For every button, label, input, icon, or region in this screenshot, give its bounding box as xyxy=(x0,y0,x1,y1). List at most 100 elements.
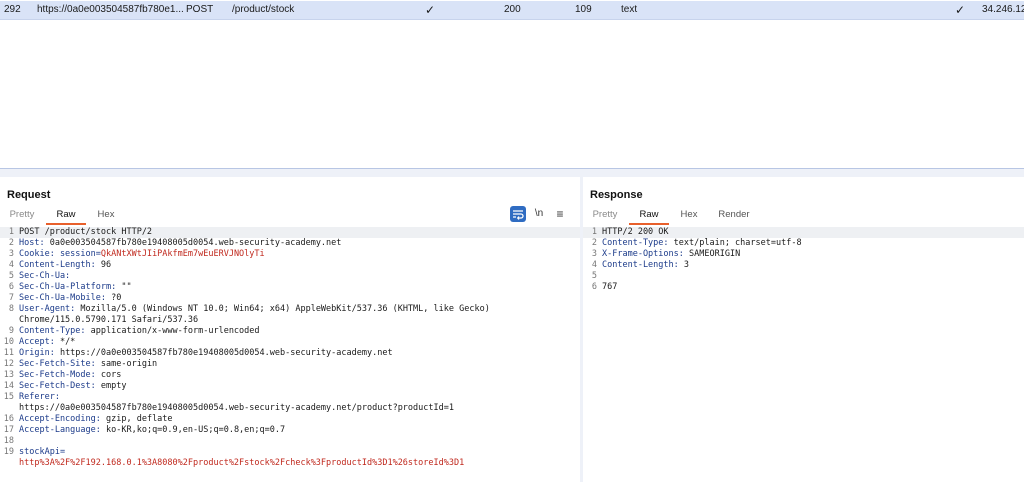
line-text: Cookie: session=QkANtXWtJIiPAkfmEm7wEuER… xyxy=(19,249,265,260)
header-name: Referer: xyxy=(19,392,60,402)
header-value: cors xyxy=(95,370,122,380)
tab-raw[interactable]: Raw xyxy=(46,207,86,225)
header-name: Sec-Ch-Ua-Platform: xyxy=(19,282,117,292)
line-text: Origin: https://0a0e003504587fb780e19408… xyxy=(19,348,393,359)
line-number: 16 xyxy=(3,414,14,424)
header-value: empty xyxy=(95,381,127,391)
request-pane: Request Pretty Raw Hex \n ≡ 1 POST /produ… xyxy=(0,177,581,482)
http-history-table: 292 https://0a0e003504587fb780e1... POST… xyxy=(0,0,1024,172)
line-text: 767 xyxy=(602,282,617,293)
request-tabs: Pretty Raw Hex xyxy=(0,207,580,225)
editor-line: 3 X-Frame-Options: SAMEORIGIN xyxy=(583,249,1024,260)
header-name: X-Frame-Options: xyxy=(602,249,684,259)
editor-line: 1 POST /product/stock HTTP/2 xyxy=(0,227,580,238)
header-name: Sec-Ch-Ua-Mobile: xyxy=(19,293,106,303)
header-value: "" xyxy=(116,282,132,292)
line-number: 4 xyxy=(8,260,14,270)
body-param-value: http%3A%2F%2F192.168.0.1%3A8080%2Fproduc… xyxy=(19,458,465,468)
line-text: X-Frame-Options: SAMEORIGIN xyxy=(602,249,740,260)
header-value: Mozilla/5.0 (Windows NT 10.0; Win64; x64… xyxy=(75,304,490,314)
tab-render[interactable]: Render xyxy=(713,207,755,223)
row-mime: text xyxy=(621,4,638,15)
header-name: stockApi= xyxy=(19,447,66,457)
line-number: 10 xyxy=(3,337,14,347)
line-number: 5 xyxy=(8,271,14,281)
line-text: Content-Type: text/plain; charset=utf-8 xyxy=(602,238,802,249)
header-name: Accept: xyxy=(19,337,55,347)
header-name: Content-Type: xyxy=(19,326,86,336)
editor-line: 13 Sec-Fetch-Mode: cors xyxy=(0,370,580,381)
response-title: Response xyxy=(590,189,643,201)
header-name: Origin: xyxy=(19,348,55,358)
header-name: User-Agent: xyxy=(19,304,76,314)
tab-hex[interactable]: Hex xyxy=(92,207,120,223)
header-value: ko-KR,ko;q=0.9,en-US;q=0.8,en;q=0.7 xyxy=(100,425,286,435)
tab-raw[interactable]: Raw xyxy=(629,207,669,225)
tab-pretty[interactable]: Pretty xyxy=(4,207,40,223)
header-value: 3 xyxy=(678,260,690,270)
line-text: stockApi= xyxy=(19,447,65,458)
line-text: Sec-Ch-Ua-Mobile: ?0 xyxy=(19,293,121,304)
wrap-lines-icon[interactable] xyxy=(510,206,526,222)
editor-line: Chrome/115.0.5790.171 Safari/537.36 xyxy=(0,315,580,326)
line-text: Content-Length: 3 xyxy=(602,260,689,271)
header-name: Sec-Fetch-Mode: xyxy=(19,370,96,380)
header-name: Content-Length: xyxy=(602,260,679,270)
editor-line: 18 xyxy=(0,436,580,447)
editor-line: 9 Content-Type: application/x-www-form-ur… xyxy=(0,326,580,337)
line-text: Content-Type: application/x-www-form-url… xyxy=(19,326,260,337)
editor-line: 19 stockApi= xyxy=(0,447,580,458)
editor-line: 4 Content-Length: 3 xyxy=(583,260,1024,271)
header-value: SAMEORIGIN xyxy=(683,249,741,259)
editor-line: 6 767 xyxy=(583,282,1024,293)
header-name: Cookie: session= xyxy=(19,249,101,259)
row-status: 200 xyxy=(504,4,521,15)
editor-line: 2 Content-Type: text/plain; charset=utf-8 xyxy=(583,238,1024,249)
line-number: 1 xyxy=(591,227,597,237)
line-number: 7 xyxy=(8,293,14,303)
line-text: Sec-Fetch-Mode: cors xyxy=(19,370,121,381)
header-value: Chrome/115.0.5790.171 Safari/537.36 xyxy=(19,315,199,325)
response-editor[interactable]: 1 HTTP/2 200 OK 2 Content-Type: text/plain;… xyxy=(583,227,1024,482)
editor-line: https://0a0e003504587fb780e19408005d0054… xyxy=(0,403,580,414)
tab-hex[interactable]: Hex xyxy=(675,207,703,223)
line-text: Sec-Fetch-Dest: empty xyxy=(19,381,126,392)
line-text: http%3A%2F%2F192.168.0.1%3A8080%2Fproduc… xyxy=(19,458,464,469)
line-text: Referer: xyxy=(19,392,60,403)
start-line: HTTP/2 200 OK xyxy=(602,227,669,237)
table-row[interactable]: 292 https://0a0e003504587fb780e1... POST… xyxy=(0,1,1024,20)
line-number: 17 xyxy=(3,425,14,435)
row-host: https://0a0e003504587fb780e1... xyxy=(37,4,184,15)
editor-line: 17 Accept-Language: ko-KR,ko;q=0.9,en-US;… xyxy=(0,425,580,436)
line-number: 1 xyxy=(8,227,14,237)
cookie-value: QkANtXWtJIiPAkfmEm7wEuERVJNOlyTi xyxy=(100,249,265,259)
header-value: 0a0e003504587fb780e19408005d0054.web-sec… xyxy=(44,238,342,248)
row-number: 292 xyxy=(4,4,21,15)
line-text: Content-Length: 96 xyxy=(19,260,111,271)
header-name: Content-Length: xyxy=(19,260,96,270)
request-editor-tools: \n ≡ xyxy=(510,206,570,222)
line-number: 6 xyxy=(591,282,597,292)
line-number: 3 xyxy=(591,249,597,259)
header-value: application/x-www-form-urlencoded xyxy=(85,326,260,336)
header-value: https://0a0e003504587fb780e19408005d0054… xyxy=(54,348,393,358)
line-number: 8 xyxy=(8,304,14,314)
line-text: Sec-Fetch-Site: same-origin xyxy=(19,359,157,370)
menu-icon[interactable]: ≡ xyxy=(552,206,568,222)
editor-line: 5 Sec-Ch-Ua: xyxy=(0,271,580,282)
line-number: 19 xyxy=(3,447,14,457)
header-name: Accept-Encoding: xyxy=(19,414,101,424)
header-name: Host: xyxy=(19,238,45,248)
line-number: 3 xyxy=(8,249,14,259)
tab-pretty[interactable]: Pretty xyxy=(587,207,623,223)
edited-check-icon: ✓ xyxy=(425,3,436,17)
request-editor[interactable]: 1 POST /product/stock HTTP/2 2 Host: 0a0e00… xyxy=(0,227,580,482)
line-number: 18 xyxy=(3,436,14,446)
line-text: Host: 0a0e003504587fb780e19408005d0054.w… xyxy=(19,238,341,249)
line-text: Accept-Language: ko-KR,ko;q=0.9,en-US;q=… xyxy=(19,425,285,436)
newline-icon[interactable]: \n xyxy=(531,206,547,222)
header-name: Accept-Language: xyxy=(19,425,101,435)
editor-line: 1 HTTP/2 200 OK xyxy=(583,227,1024,238)
line-text: Sec-Ch-Ua: xyxy=(19,271,70,282)
editor-line: 10 Accept: */* xyxy=(0,337,580,348)
